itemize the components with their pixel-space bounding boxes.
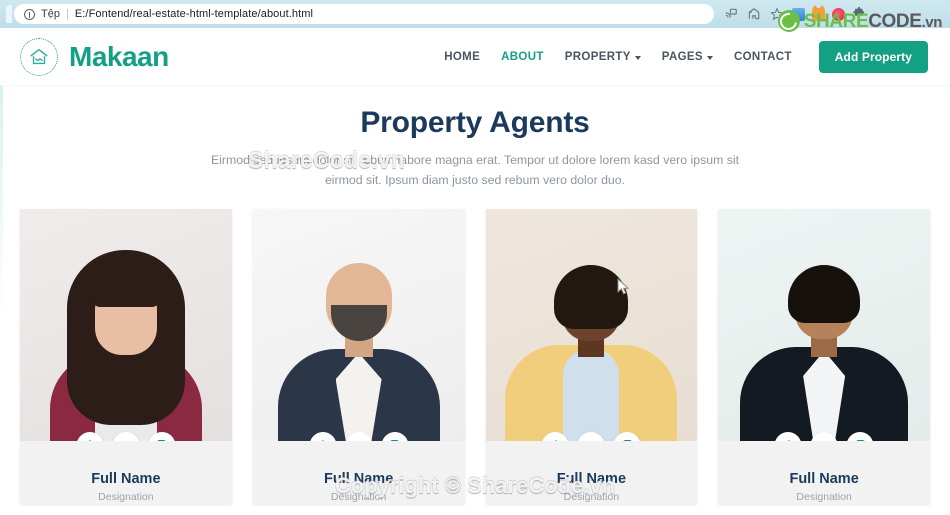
tab-edge: [6, 5, 12, 23]
site-header: Makaan HOME ABOUT PROPERTY PAGES CONTACT…: [0, 28, 950, 86]
nav-label-home: HOME: [444, 50, 481, 63]
bookmark-star-icon[interactable]: [770, 7, 784, 21]
agent-social-links: [774, 431, 874, 441]
nav-item-contact[interactable]: CONTACT: [734, 51, 792, 63]
extension-red-icon[interactable]: [832, 7, 845, 21]
agent-name: Full Name: [323, 470, 394, 487]
instagram-icon[interactable]: [846, 431, 874, 441]
agent-designation: Designation: [563, 490, 620, 503]
agent-card[interactable]: Full Name Designation: [718, 208, 930, 504]
chevron-down-icon: [706, 55, 713, 60]
mouse-cursor: [617, 277, 630, 301]
house-handshake-icon: [20, 37, 58, 76]
site-info-icon[interactable]: [24, 8, 35, 20]
agent-designation: Designation: [330, 490, 387, 503]
instagram-icon[interactable]: [613, 431, 641, 441]
agent-photo: [485, 208, 698, 441]
facebook-icon[interactable]: [309, 431, 337, 441]
extension-cat-icon[interactable]: [812, 4, 825, 21]
agent-name: Full Name: [789, 470, 859, 487]
agent-designation: Designation: [98, 490, 154, 503]
toolbar-icon-group: [724, 7, 784, 21]
agents-grid: Full Name Designation Full Name Designat…: [0, 191, 950, 504]
agent-designation: Designation: [796, 490, 852, 503]
nav-item-home[interactable]: HOME: [444, 51, 480, 63]
agent-card[interactable]: Full Name Designation: [485, 208, 698, 504]
agent-card[interactable]: Full Name Designation: [20, 208, 232, 504]
url-text: E:/Fontend/real-estate-html-template/abo…: [74, 8, 314, 20]
add-property-button[interactable]: Add Property: [818, 40, 928, 73]
agent-card[interactable]: Full Name Designation: [252, 208, 465, 504]
agent-photo: [252, 208, 465, 441]
extension-blue-icon[interactable]: [792, 7, 805, 21]
twitter-icon[interactable]: [810, 431, 838, 441]
left-edge-stripe: [0, 86, 3, 515]
extensions-icon-group: [792, 4, 866, 21]
extensions-puzzle-icon[interactable]: [852, 7, 866, 21]
page-subtitle: Eirmod sed ipsum dolor sit rebum labore …: [210, 153, 740, 187]
agent-name: Full Name: [556, 470, 627, 487]
agent-name: Full Name: [91, 470, 161, 487]
nav-label-pages: PAGES: [661, 50, 703, 63]
agent-social-links: [309, 431, 409, 441]
nav-label-about: ABOUT: [501, 50, 544, 63]
agent-photo: [718, 208, 930, 441]
nav-label-contact: CONTACT: [733, 50, 792, 63]
page-title: Property Agents: [360, 106, 590, 139]
brand-logo[interactable]: Makaan: [20, 37, 169, 76]
instagram-icon[interactable]: [381, 431, 409, 441]
nav-item-about[interactable]: ABOUT: [501, 51, 544, 63]
agent-meta: Full Name Designation: [20, 441, 232, 503]
nav-item-pages[interactable]: PAGES: [662, 51, 713, 63]
twitter-icon[interactable]: [577, 431, 605, 441]
browser-toolbar: Tệp | E:/Fontend/real-estate-html-templa…: [0, 0, 950, 28]
agent-photo: [20, 208, 232, 441]
url-scheme-label: Tệp: [41, 8, 60, 20]
agent-social-links: [76, 431, 176, 441]
chevron-down-icon: [634, 55, 641, 60]
facebook-icon[interactable]: [76, 431, 104, 441]
main-navigation: HOME ABOUT PROPERTY PAGES CONTACT Add Pr…: [444, 40, 928, 73]
twitter-icon[interactable]: [345, 431, 373, 441]
address-bar[interactable]: Tệp | E:/Fontend/real-estate-html-templa…: [14, 4, 714, 24]
agent-meta: Full Name Designation: [486, 441, 698, 503]
agent-social-links: [541, 431, 641, 441]
twitter-icon[interactable]: [112, 431, 140, 441]
facebook-icon[interactable]: [541, 431, 569, 441]
nav-item-property[interactable]: PROPERTY: [565, 51, 641, 63]
media-cast-icon[interactable]: [724, 7, 738, 21]
brand-name: Makaan: [69, 40, 169, 72]
page-content: Property Agents Eirmod sed ipsum dolor s…: [0, 86, 950, 515]
agent-meta: Full Name Designation: [718, 441, 930, 503]
nav-label-property: PROPERTY: [564, 50, 631, 63]
facebook-icon[interactable]: [774, 431, 802, 441]
agent-meta: Full Name Designation: [253, 441, 465, 503]
share-icon[interactable]: [747, 7, 761, 21]
instagram-icon[interactable]: [148, 431, 176, 441]
url-separator: |: [65, 8, 69, 20]
